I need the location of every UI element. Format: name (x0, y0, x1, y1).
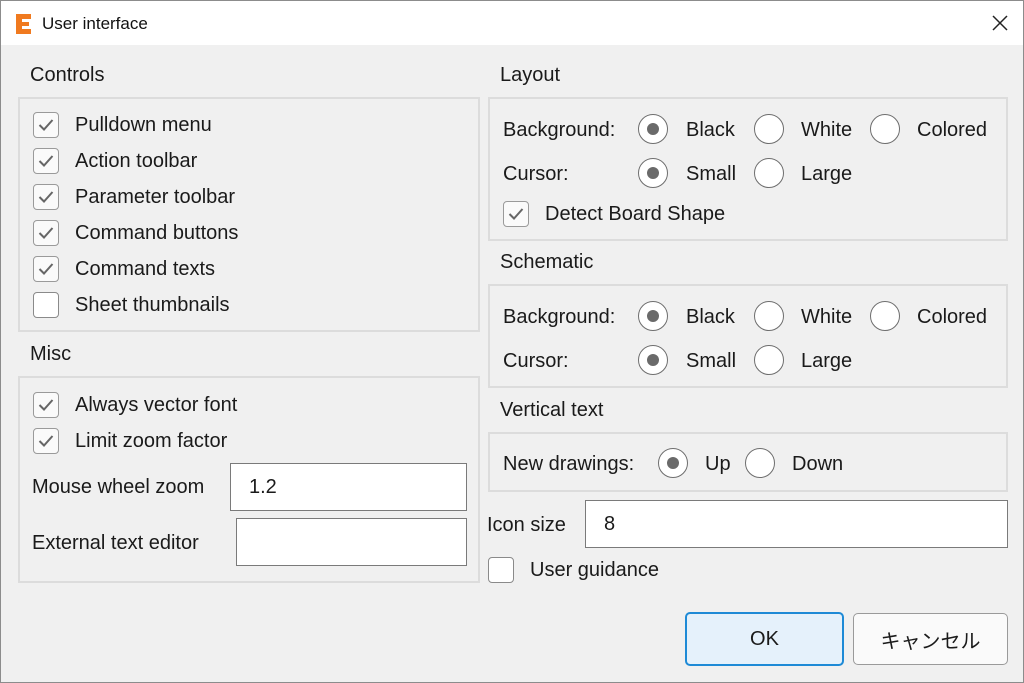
schematic-cursor-small-radio[interactable] (638, 345, 668, 375)
command-buttons-checkbox[interactable]: Command buttons (33, 220, 238, 246)
misc-title: Misc (30, 343, 72, 365)
check-icon (38, 263, 54, 275)
command-texts-checkbox[interactable]: Command texts (33, 256, 215, 282)
controls-title: Controls (30, 64, 105, 86)
schematic-cursor-large-radio[interactable] (754, 345, 784, 375)
radio-label: Small (686, 163, 737, 185)
parameter-toolbar-checkbox[interactable]: Parameter toolbar (33, 184, 235, 210)
checkbox-label: Command texts (75, 257, 216, 280)
checkbox-box[interactable] (33, 392, 59, 418)
layout-background-colored-radio[interactable] (870, 114, 900, 144)
vertical-text-group: New drawings: Up Down (488, 432, 1008, 492)
radio-dot (647, 354, 659, 366)
radio-dot (647, 167, 659, 179)
schematic-background-white-radio[interactable] (754, 301, 784, 331)
checkbox-label: Limit zoom factor (75, 429, 228, 452)
layout-background-label: Background: (503, 119, 616, 141)
checkbox-box[interactable] (503, 201, 529, 227)
radio-label: White (801, 306, 853, 328)
eagle-e-icon (16, 14, 31, 34)
layout-cursor-small-radio[interactable] (638, 158, 668, 188)
check-icon (38, 119, 54, 131)
action-toolbar-checkbox[interactable]: Action toolbar (33, 148, 197, 174)
schematic-background-black-radio[interactable] (638, 301, 668, 331)
checkbox-box[interactable] (33, 184, 59, 210)
radio-dot (667, 457, 679, 469)
checkbox-box[interactable] (33, 292, 59, 318)
radio-label: White (801, 119, 853, 141)
user-guidance-checkbox[interactable]: User guidance (488, 557, 659, 583)
limit-zoom-factor-checkbox[interactable]: Limit zoom factor (33, 428, 227, 454)
checkbox-box[interactable] (33, 428, 59, 454)
window-title: User interface (42, 14, 148, 33)
radio-label: Down (792, 453, 844, 475)
checkbox-box[interactable] (33, 112, 59, 138)
close-icon (992, 15, 1008, 31)
dialog-window: User interface Controls Pulldown menu Ac… (0, 0, 1024, 683)
radio-label: Black (686, 306, 735, 328)
pulldown-menu-checkbox[interactable]: Pulldown menu (33, 112, 212, 138)
external-text-editor-input[interactable] (236, 518, 467, 566)
detect-board-shape-checkbox[interactable]: Detect Board Shape (503, 201, 725, 227)
always-vector-font-checkbox[interactable]: Always vector font (33, 392, 237, 418)
checkbox-label: Detect Board Shape (545, 202, 726, 225)
check-icon (38, 399, 54, 411)
check-icon (508, 208, 524, 220)
cancel-button[interactable]: キャンセル (853, 613, 1008, 665)
checkbox-label: Command buttons (75, 221, 239, 244)
checkbox-box[interactable] (488, 557, 514, 583)
checkbox-label: User guidance (530, 558, 659, 581)
radio-label: Large (801, 350, 853, 372)
vertical-text-up-radio[interactable] (658, 448, 688, 478)
checkbox-label: Action toolbar (75, 149, 198, 172)
checkbox-label: Pulldown menu (75, 113, 212, 136)
schematic-group: Background: Black White Colored Cursor: … (488, 284, 1008, 388)
vertical-text-down-radio[interactable] (745, 448, 775, 478)
layout-cursor-large-radio[interactable] (754, 158, 784, 188)
layout-background-white-radio[interactable] (754, 114, 784, 144)
mouse-wheel-zoom-label: Mouse wheel zoom (32, 476, 205, 498)
radio-dot (647, 310, 659, 322)
misc-group: Always vector font Limit zoom factor Mou… (18, 376, 480, 583)
sheet-thumbnails-checkbox[interactable]: Sheet thumbnails (33, 292, 230, 318)
radio-label: Colored (917, 119, 988, 141)
controls-group: Pulldown menu Action toolbar Parameter t… (18, 97, 480, 332)
radio-label: Large (801, 163, 853, 185)
checkbox-box[interactable] (33, 220, 59, 246)
check-icon (38, 435, 54, 447)
icon-size-label: Icon size (487, 514, 566, 536)
checkbox-label: Always vector font (75, 393, 238, 416)
checkbox-box[interactable] (33, 256, 59, 282)
radio-label: Up (705, 453, 731, 475)
check-icon (38, 155, 54, 167)
check-icon (38, 227, 54, 239)
external-text-editor-label: External text editor (32, 532, 199, 554)
title-bar: User interface (1, 1, 1023, 45)
schematic-cursor-label: Cursor: (503, 350, 569, 372)
schematic-title: Schematic (500, 251, 594, 273)
radio-label: Small (686, 350, 737, 372)
layout-title: Layout (500, 64, 561, 86)
radio-label: Colored (917, 306, 988, 328)
check-icon (38, 191, 54, 203)
radio-label: Black (686, 119, 735, 141)
mouse-wheel-zoom-input[interactable]: 1.2 (230, 463, 467, 511)
layout-cursor-label: Cursor: (503, 163, 569, 185)
vertical-text-title: Vertical text (500, 399, 604, 421)
radio-dot (647, 123, 659, 135)
icon-size-input[interactable]: 8 (585, 500, 1008, 548)
ok-button[interactable]: OK (685, 612, 844, 666)
checkbox-box[interactable] (33, 148, 59, 174)
schematic-background-label: Background: (503, 306, 616, 328)
schematic-background-colored-radio[interactable] (870, 301, 900, 331)
close-button[interactable] (977, 1, 1023, 45)
layout-background-black-radio[interactable] (638, 114, 668, 144)
checkbox-label: Sheet thumbnails (75, 293, 230, 316)
layout-group: Background: Black White Colored Cursor: … (488, 97, 1008, 241)
checkbox-label: Parameter toolbar (75, 185, 236, 208)
new-drawings-label: New drawings: (503, 453, 635, 475)
